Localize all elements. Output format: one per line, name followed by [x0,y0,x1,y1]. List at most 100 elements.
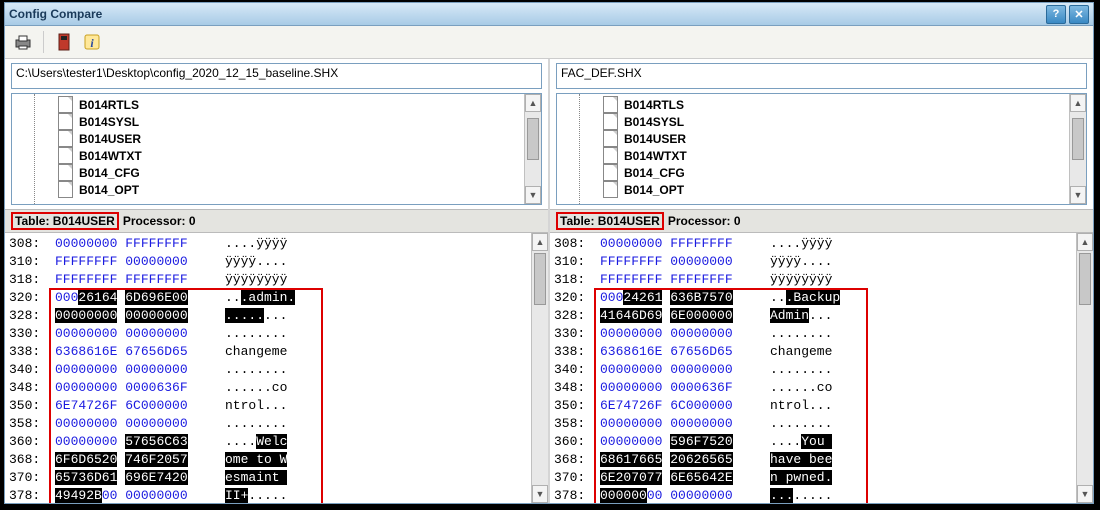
hex-row: 378:49492B00 00000000II+..... [9,487,532,503]
page-icon [603,147,618,164]
hex-bytes: 00000000 0000636F [600,379,770,397]
right-tree-scrollbar[interactable]: ▲ ▼ [1069,94,1086,204]
left-tree-scrollbar[interactable]: ▲ ▼ [524,94,541,204]
hex-ascii: ...admin. [225,289,315,307]
hex-row: 370:6E207077 6E65642En pwned. [554,469,1077,487]
hex-row: 368:6F6D6520 746F2057ome to W [9,451,532,469]
tree-item[interactable]: B014_OPT [557,181,1070,198]
hex-bytes: 00000000 FFFFFFFF [600,235,770,253]
hex-ascii: ....ÿÿÿÿ [770,235,860,253]
right-hex-scrollbar[interactable]: ▲ ▼ [1076,233,1093,503]
page-icon [603,96,618,113]
hex-ascii: ........ [225,325,315,343]
hex-ascii: n pwned. [770,469,860,487]
hex-row: 310:FFFFFFFF 00000000ÿÿÿÿ.... [554,253,1077,271]
hex-address: 310: [9,253,55,271]
hex-address: 340: [554,361,600,379]
hex-address: 358: [554,415,600,433]
titlebar: Config Compare ? ✕ [5,3,1093,26]
hex-address: 360: [554,433,600,451]
left-hex-scrollbar[interactable]: ▲ ▼ [531,233,548,503]
left-tree: B014RTLS B014SYSLB014USERB014WTXTB014_CFG… [11,93,542,205]
hex-ascii: ........ [770,361,860,379]
hex-ascii: ntrol... [770,397,860,415]
hex-bytes: 00000000 00000000 [600,487,770,503]
hex-row: 318:FFFFFFFF FFFFFFFFÿÿÿÿÿÿÿÿ [554,271,1077,289]
hex-bytes: 00000000 00000000 [55,325,225,343]
tree-item[interactable]: B014SYSL [557,113,1070,130]
toolbar-separator [43,31,44,53]
page-icon [58,96,73,113]
page-icon [58,113,73,130]
hex-bytes: 6F6D6520 746F2057 [55,451,225,469]
hex-address: 338: [554,343,600,361]
tree-item-label: B014_CFG [624,166,685,180]
page-icon [603,181,618,198]
hex-bytes: 49492B00 00000000 [55,487,225,503]
tree-item[interactable]: B014SYSL [12,113,525,130]
print-icon[interactable] [11,30,35,54]
hex-ascii: ÿÿÿÿÿÿÿÿ [770,271,860,289]
hex-row: 308:00000000 FFFFFFFF....ÿÿÿÿ [9,235,532,253]
tree-item-label: B014SYSL [79,115,139,129]
hex-bytes: 00000000 00000000 [55,361,225,379]
hex-bytes: 65736D61 696E7420 [55,469,225,487]
hex-ascii: ........ [770,415,860,433]
tree-item-label: B014_OPT [624,183,684,197]
hex-ascii: changeme [225,343,315,361]
tree-item[interactable]: B014WTXT [12,147,525,164]
hex-row: 338:6368616E 67656D65changeme [9,343,532,361]
tree-item[interactable]: B014_CFG [557,164,1070,181]
hex-ascii: ........ [770,487,860,503]
hex-row: 350:6E74726F 6C000000ntrol... [9,397,532,415]
hex-ascii: Admin... [770,307,860,325]
close-button[interactable]: ✕ [1069,5,1089,24]
hex-ascii: esmaint [225,469,315,487]
page-icon [603,113,618,130]
tree-item[interactable]: B014USER [557,130,1070,147]
hex-bytes: 00000000 0000636F [55,379,225,397]
tree-item[interactable]: B014_CFG [12,164,525,181]
hex-address: 360: [9,433,55,451]
tree-item-label: B014SYSL [624,115,684,129]
page-icon [58,164,73,181]
page-icon [58,147,73,164]
hex-bytes: 6368616E 67656D65 [55,343,225,361]
info-icon[interactable]: i [80,30,104,54]
compare-panes: C:\Users\tester1\Desktop\config_2020_12_… [5,59,1093,503]
left-path-input[interactable]: C:\Users\tester1\Desktop\config_2020_12_… [11,63,542,89]
app-window: Config Compare ? ✕ i C:\Users\tester1\De… [4,2,1094,504]
help-button[interactable]: ? [1046,5,1066,24]
hex-address: 378: [554,487,600,503]
hex-row: 350:6E74726F 6C000000ntrol... [554,397,1077,415]
hex-bytes: 00000000 FFFFFFFF [55,235,225,253]
right-pane: FAC_DEF.SHX B014RTLSB014SYSLB014USERB014… [550,59,1093,503]
tree-item[interactable]: B014_OPT [12,181,525,198]
hex-address: 330: [554,325,600,343]
hex-address: 368: [554,451,600,469]
hex-bytes: 6E74726F 6C000000 [600,397,770,415]
hex-row: 340:00000000 00000000........ [554,361,1077,379]
hex-address: 370: [9,469,55,487]
tree-item[interactable]: B014USER [12,130,525,147]
hex-address: 328: [9,307,55,325]
hex-address: 348: [554,379,600,397]
hex-address: 368: [9,451,55,469]
tree-item[interactable]: B014RTLS [12,96,525,113]
hex-bytes: FFFFFFFF FFFFFFFF [600,271,770,289]
device-icon[interactable] [52,30,76,54]
left-hex-header: Table: B014USER Processor: 0 [5,209,548,233]
right-hex-header: Table: B014USER Processor: 0 [550,209,1093,233]
tree-item[interactable]: B014WTXT [557,147,1070,164]
right-hex-view: 308:00000000 FFFFFFFF....ÿÿÿÿ310:FFFFFFF… [550,233,1093,503]
left-table-label: Table: B014USER [11,212,119,230]
hex-ascii: ........ [770,325,860,343]
hex-bytes: 00000000 00000000 [600,361,770,379]
right-path-input[interactable]: FAC_DEF.SHX [556,63,1087,89]
tree-item-label: B014_OPT [79,183,139,197]
hex-row: 320:00026164 6D696E00...admin. [9,289,532,307]
tree-item[interactable]: B014RTLS [557,96,1070,113]
hex-bytes: 00000000 00000000 [55,415,225,433]
hex-ascii: ........ [225,415,315,433]
hex-row: 308:00000000 FFFFFFFF....ÿÿÿÿ [554,235,1077,253]
